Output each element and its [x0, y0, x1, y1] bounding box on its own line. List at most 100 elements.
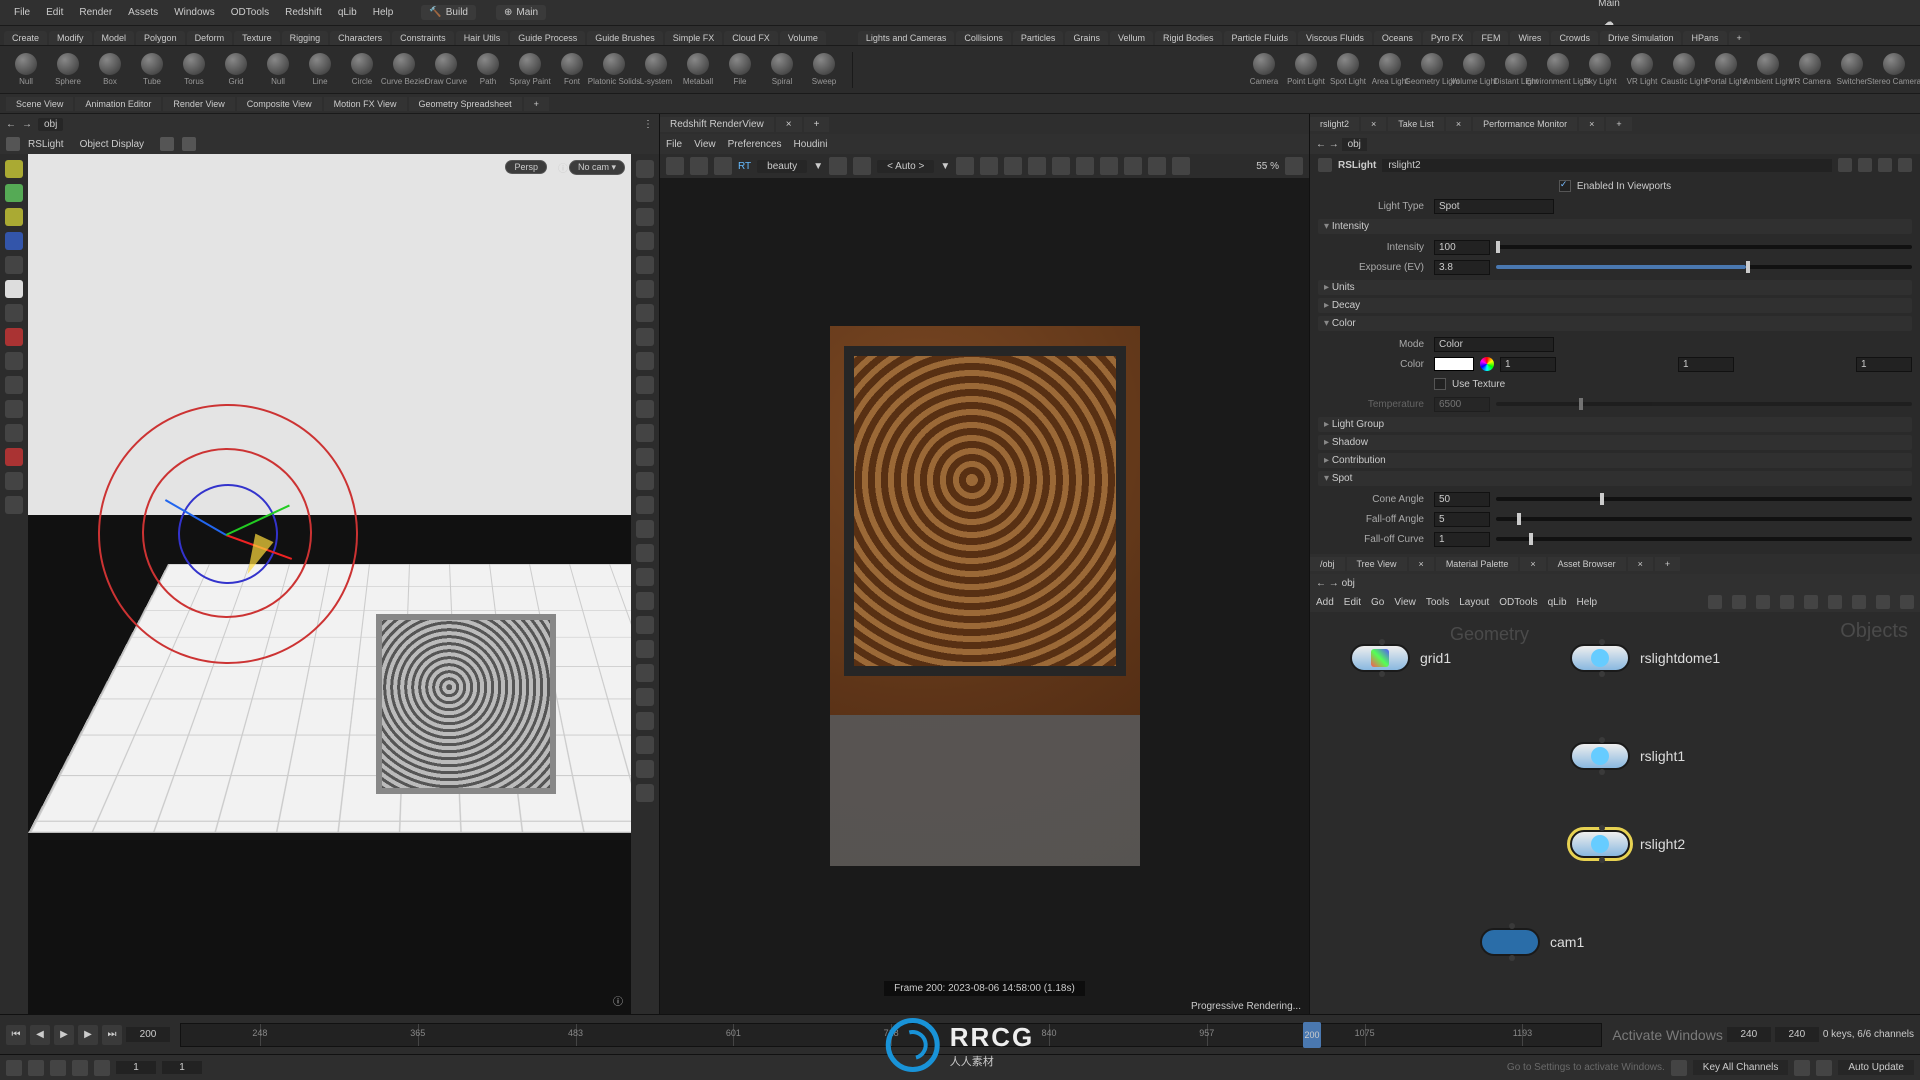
net-menu-go[interactable]: Go [1371, 597, 1384, 608]
timeline-cursor[interactable]: 200 [1303, 1022, 1321, 1048]
right-main-dropdown[interactable]: Main [1598, 0, 1620, 9]
param-tab[interactable]: Take List [1388, 117, 1444, 131]
info-icon[interactable] [1898, 158, 1912, 172]
net-menu-edit[interactable]: Edit [1344, 597, 1361, 608]
menu-file[interactable]: File [6, 7, 38, 18]
net-tool-icon[interactable] [1852, 595, 1866, 609]
param-tab[interactable]: rslight2 [1310, 117, 1359, 131]
tool-icon[interactable] [5, 376, 23, 394]
tool-icon[interactable] [5, 328, 23, 346]
menu-windows[interactable]: Windows [166, 7, 223, 18]
shelf-tool[interactable]: Null [6, 53, 46, 86]
falloff-angle-field[interactable]: 5 [1434, 512, 1490, 527]
play-fwd-button[interactable]: ▶ [78, 1025, 98, 1045]
tab-close[interactable]: × [1520, 557, 1545, 571]
shelf-tool[interactable]: Circle [342, 53, 382, 86]
display-opt-icon[interactable] [636, 208, 654, 226]
shelf-tab[interactable]: Characters [330, 31, 390, 45]
rv-tool-icon[interactable] [1172, 157, 1190, 175]
menu-assets[interactable]: Assets [120, 7, 166, 18]
contribution-group[interactable]: Contribution [1318, 453, 1912, 468]
intensity-field[interactable]: 100 [1434, 240, 1490, 255]
rv-refresh-icon[interactable] [714, 157, 732, 175]
tool-icon[interactable] [5, 472, 23, 490]
tool-icon[interactable] [5, 424, 23, 442]
rv-tab[interactable]: Redshift RenderView [660, 117, 774, 132]
cone-angle-slider[interactable] [1496, 497, 1912, 501]
rv-tool-icon[interactable] [1052, 157, 1070, 175]
tab-close[interactable]: × [1628, 557, 1653, 571]
net-menu-add[interactable]: Add [1316, 597, 1334, 608]
viewport-info-bottom-icon[interactable]: ⓘ [613, 993, 623, 1008]
shelf-tab[interactable]: Hair Utils [456, 31, 509, 45]
rv-tool-icon[interactable] [1076, 157, 1094, 175]
pane-tab[interactable]: Motion FX View [324, 97, 407, 111]
net-tool-icon[interactable] [1900, 595, 1914, 609]
cam-dropdown[interactable]: No cam ▾ [569, 160, 625, 175]
statusbar-icon[interactable] [72, 1060, 88, 1076]
node-name-field[interactable]: rslight2 [1382, 159, 1832, 172]
viewport-info-icon[interactable]: ⓘ [558, 160, 568, 175]
display-opt-icon[interactable] [636, 496, 654, 514]
shelf-tab[interactable]: Deform [187, 31, 233, 45]
statusbar-num2[interactable]: 1 [162, 1061, 202, 1074]
shelf-tool[interactable]: Ambient Light [1748, 53, 1788, 86]
desktop-selector[interactable]: 🔨 Build [421, 5, 476, 20]
falloff-curve-field[interactable]: 1 [1434, 532, 1490, 547]
statusbar-icon[interactable] [28, 1060, 44, 1076]
shelf-tab[interactable]: Guide Brushes [587, 31, 663, 45]
rv-ipr-icon[interactable] [690, 157, 708, 175]
viewport-canvas[interactable]: ⓘ Persp No cam ▾ ⓘ [28, 154, 631, 1014]
tab-close[interactable]: × [1446, 117, 1471, 131]
shelf-tab[interactable]: Drive Simulation [1600, 31, 1682, 45]
pane-tab[interactable]: Geometry Spreadsheet [409, 97, 522, 111]
tool-icon[interactable] [5, 304, 23, 322]
net-tab-add[interactable]: + [1655, 557, 1680, 571]
net-menu-layout[interactable]: Layout [1459, 597, 1489, 608]
rotate-tool-icon[interactable] [5, 208, 23, 226]
intensity-slider[interactable] [1496, 245, 1912, 249]
shelf-tool[interactable]: L-system [636, 53, 676, 86]
falloff-angle-slider[interactable] [1496, 517, 1912, 521]
tool-icon[interactable] [5, 256, 23, 274]
shelf-tab[interactable]: Crowds [1551, 31, 1598, 45]
shelf-tool[interactable]: Spiral [762, 53, 802, 86]
shelf-tool[interactable]: Tube [132, 53, 172, 86]
pane-tab[interactable]: Animation Editor [75, 97, 161, 111]
scale-tool-icon[interactable] [5, 232, 23, 250]
param-nav-back[interactable]: ← → [1316, 139, 1342, 150]
select-tool-icon[interactable] [5, 160, 23, 178]
prev-frame-button[interactable]: ◀ [30, 1025, 50, 1045]
tab-close[interactable]: × [1361, 117, 1386, 131]
keyall-dropdown[interactable]: Key All Channels [1693, 1060, 1789, 1075]
net-tab[interactable]: /obj [1310, 557, 1345, 571]
net-tab[interactable]: Material Palette [1436, 557, 1519, 571]
display-opt-icon[interactable] [636, 688, 654, 706]
nav-fwd-icon[interactable]: → [22, 119, 32, 130]
shelf-tool[interactable]: Portal Light [1706, 53, 1746, 86]
color-swatch[interactable] [1434, 357, 1474, 371]
display-opt-icon[interactable] [636, 520, 654, 538]
shelf-tab[interactable]: Particle Fluids [1224, 31, 1297, 45]
rv-tool-icon[interactable] [1100, 157, 1118, 175]
statusbar-icon[interactable] [1816, 1060, 1832, 1076]
shelf-tab[interactable]: Viscous Fluids [1298, 31, 1372, 45]
node-rslight1[interactable]: rslight1 [1570, 742, 1685, 770]
autoupdate-dropdown[interactable]: Auto Update [1838, 1060, 1914, 1075]
display-opt-icon[interactable] [636, 472, 654, 490]
display-opt-icon[interactable] [636, 568, 654, 586]
decay-group[interactable]: Decay [1318, 298, 1912, 313]
net-tool-icon[interactable] [1876, 595, 1890, 609]
tab-close[interactable]: × [1409, 557, 1434, 571]
pane-tab[interactable]: Composite View [237, 97, 322, 111]
shelf-tool[interactable]: VR Camera [1790, 53, 1830, 86]
rv-menu-file[interactable]: File [666, 139, 682, 150]
pane-tab-add[interactable]: + [524, 97, 549, 111]
display-opt-icon[interactable] [636, 160, 654, 178]
shelf-tab[interactable]: Oceans [1374, 31, 1421, 45]
display-opt-icon[interactable] [636, 712, 654, 730]
shelf-tab[interactable]: Grains [1065, 31, 1108, 45]
rv-grid-icon[interactable] [980, 157, 998, 175]
shelf-tool[interactable]: Environment Light [1538, 53, 1578, 86]
shelf-tab[interactable]: Guide Process [510, 31, 585, 45]
